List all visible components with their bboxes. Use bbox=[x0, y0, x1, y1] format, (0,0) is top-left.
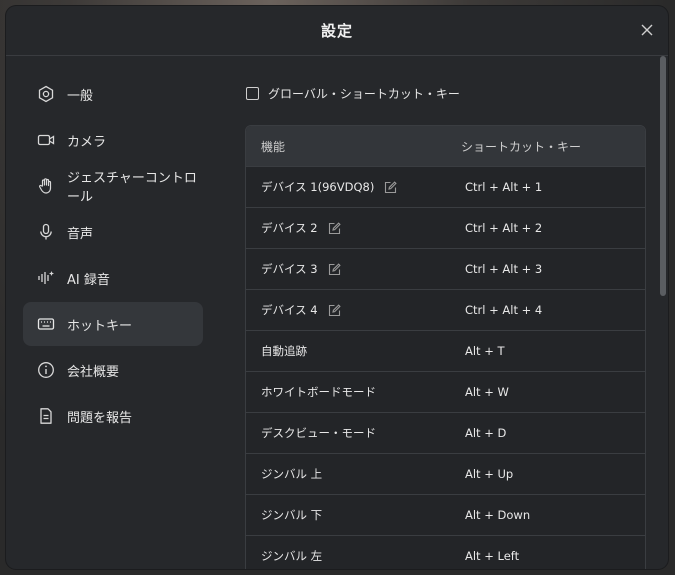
camera-icon bbox=[37, 131, 55, 149]
sidebar-item-report-issue[interactable]: 問題を報告 bbox=[23, 394, 203, 438]
table-row[interactable]: デバイス 2 Ctrl + Alt + 2 bbox=[246, 208, 645, 249]
column-header-function: 機能 bbox=[261, 139, 286, 154]
hexagon-settings-icon bbox=[37, 85, 55, 103]
sidebar-item-general[interactable]: 一般 bbox=[23, 72, 203, 116]
sidebar-item-label: 一般 bbox=[67, 88, 94, 104]
info-icon bbox=[37, 361, 55, 379]
sidebar-item-label: 問題を報告 bbox=[67, 410, 133, 426]
microphone-icon bbox=[37, 223, 55, 241]
table-row[interactable]: デバイス 3 Ctrl + Alt + 3 bbox=[246, 249, 645, 290]
shortcut-value[interactable]: Ctrl + Alt + 2 bbox=[446, 221, 542, 235]
function-name: ホワイトボードモード bbox=[261, 385, 376, 399]
edit-icon[interactable] bbox=[328, 303, 341, 317]
function-name: ジンバル 左 bbox=[261, 549, 323, 563]
sidebar-item-about[interactable]: 会社概要 bbox=[23, 348, 203, 392]
shortcut-value[interactable]: Alt + D bbox=[446, 426, 506, 440]
global-shortcut-label: グローバル・ショートカット・キー bbox=[268, 87, 460, 101]
global-shortcut-row: グローバル・ショートカット・キー bbox=[246, 85, 460, 102]
sidebar-item-label: 会社概要 bbox=[67, 364, 120, 380]
table-row[interactable]: デバイス 1(96VDQ8) Ctrl + Alt + 1 bbox=[246, 167, 645, 208]
shortcut-value[interactable]: Ctrl + Alt + 3 bbox=[446, 262, 542, 276]
ai-waveform-icon bbox=[37, 269, 55, 287]
function-name: デバイス 1(96VDQ8) bbox=[261, 180, 375, 194]
sidebar-item-hotkey[interactable]: ホットキー bbox=[23, 302, 203, 346]
function-name: デバイス 3 bbox=[261, 262, 318, 276]
shortcut-value[interactable]: Alt + W bbox=[446, 385, 509, 399]
function-name: ジンバル 上 bbox=[261, 467, 323, 481]
edit-icon[interactable] bbox=[328, 221, 341, 235]
sidebar-item-label: ジェスチャーコントロール bbox=[67, 171, 197, 205]
sidebar-item-camera[interactable]: カメラ bbox=[23, 118, 203, 162]
function-name: デバイス 4 bbox=[261, 303, 318, 317]
dialog-title: 設定 bbox=[320, 22, 353, 40]
settings-dialog: 設定 一般 カメラ ジェスチャーコントロール 音声 AI 録音 ホットキー 会社… bbox=[6, 6, 668, 569]
function-name: デバイス 2 bbox=[261, 221, 318, 235]
function-name: デスクビュー・モード bbox=[261, 426, 376, 440]
edit-icon[interactable] bbox=[328, 262, 341, 276]
sidebar-item-label: ホットキー bbox=[67, 318, 133, 334]
sidebar-item-gesture-control[interactable]: ジェスチャーコントロール bbox=[23, 164, 203, 208]
sidebar-item-label: カメラ bbox=[67, 134, 107, 150]
table-row[interactable]: デスクビュー・モード Alt + D bbox=[246, 413, 645, 454]
sidebar: 一般 カメラ ジェスチャーコントロール 音声 AI 録音 ホットキー 会社概要 … bbox=[23, 72, 203, 440]
sidebar-item-audio[interactable]: 音声 bbox=[23, 210, 203, 254]
column-header-shortcut: ショートカット・キー bbox=[461, 139, 582, 154]
table-row[interactable]: ジンバル 左 Alt + Left bbox=[246, 536, 645, 569]
title-bar: 設定 bbox=[6, 6, 668, 56]
table-header: 機能 ショートカット・キー bbox=[246, 126, 645, 167]
shortcut-value[interactable]: Ctrl + Alt + 4 bbox=[446, 303, 542, 317]
shortcut-value[interactable]: Alt + T bbox=[446, 344, 505, 358]
table-row[interactable]: デバイス 4 Ctrl + Alt + 4 bbox=[246, 290, 645, 331]
sidebar-item-label: AI 録音 bbox=[67, 272, 110, 288]
close-icon[interactable] bbox=[638, 21, 656, 39]
sidebar-item-ai-recording[interactable]: AI 録音 bbox=[23, 256, 203, 300]
table-row[interactable]: 自動追跡 Alt + T bbox=[246, 331, 645, 372]
function-name: 自動追跡 bbox=[261, 344, 307, 358]
table-row[interactable]: ジンバル 上 Alt + Up bbox=[246, 454, 645, 495]
table-row[interactable]: ホワイトボードモード Alt + W bbox=[246, 372, 645, 413]
shortcut-value[interactable]: Alt + Down bbox=[446, 508, 530, 522]
function-name: ジンバル 下 bbox=[261, 508, 323, 522]
global-shortcut-checkbox[interactable] bbox=[246, 87, 259, 100]
sidebar-item-label: 音声 bbox=[67, 226, 94, 242]
hand-icon bbox=[37, 177, 55, 195]
shortcut-value[interactable]: Ctrl + Alt + 1 bbox=[446, 180, 542, 194]
scrollbar[interactable] bbox=[660, 56, 666, 296]
report-document-icon bbox=[37, 407, 55, 425]
shortcut-value[interactable]: Alt + Left bbox=[446, 549, 519, 563]
shortcut-value[interactable]: Alt + Up bbox=[446, 467, 513, 481]
hotkey-table: 機能 ショートカット・キー デバイス 1(96VDQ8) Ctrl + Alt … bbox=[245, 125, 646, 569]
table-row[interactable]: ジンバル 下 Alt + Down bbox=[246, 495, 645, 536]
edit-icon[interactable] bbox=[384, 180, 398, 194]
keyboard-icon bbox=[37, 315, 55, 333]
